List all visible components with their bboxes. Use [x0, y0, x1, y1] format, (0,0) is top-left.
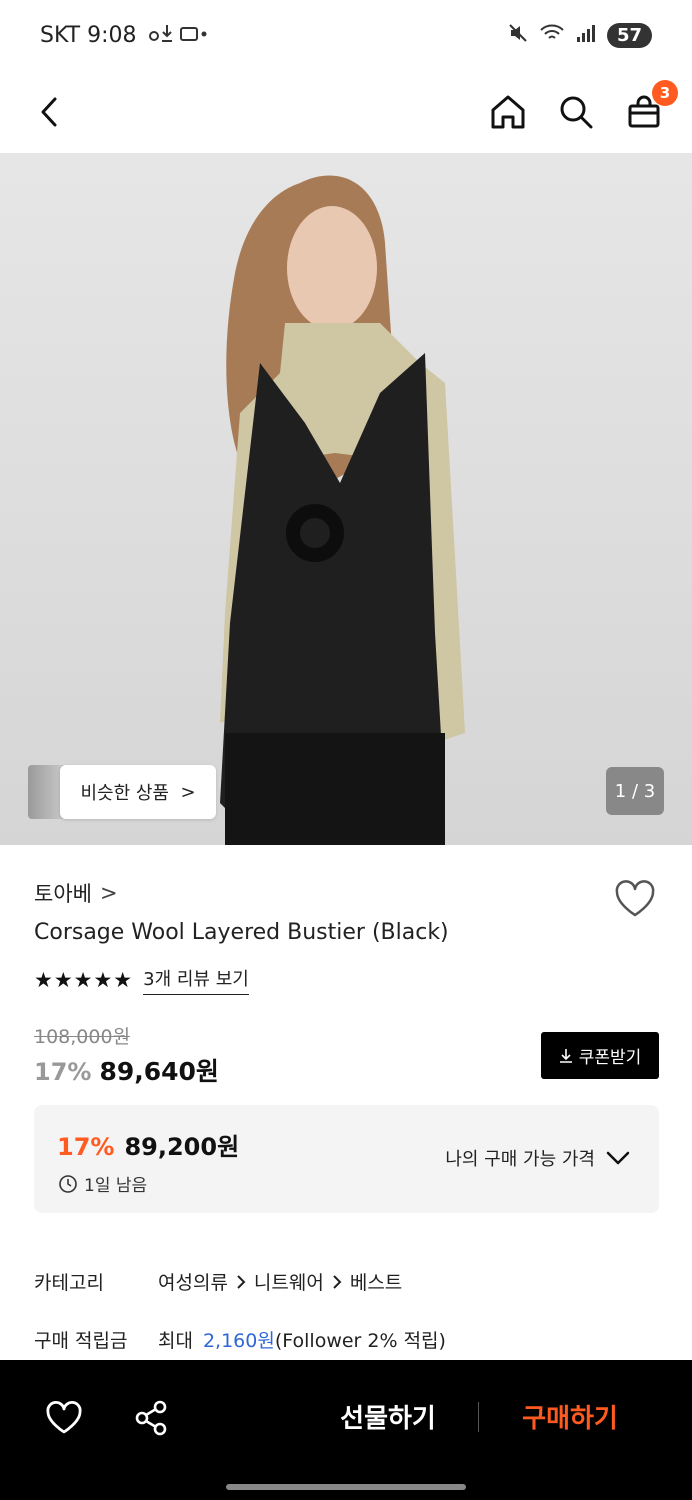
- battery-indicator: 57: [606, 22, 652, 48]
- share-button[interactable]: [132, 1398, 172, 1438]
- category-key: 카테고리: [34, 1272, 104, 1294]
- similar-thumbnail: [28, 765, 64, 819]
- similar-products-label: 비슷한 상품: [80, 783, 169, 804]
- chevron-right-icon: >: [180, 781, 196, 803]
- chevron-left-icon: [41, 97, 57, 127]
- bottom-wishlist-button[interactable]: [44, 1398, 84, 1438]
- coupon-label: 쿠폰받기: [578, 1048, 642, 1068]
- signal-icon: [575, 22, 597, 49]
- sale-price: 89,640원: [99, 1057, 219, 1086]
- chevron-right-icon: [237, 1274, 246, 1289]
- mute-icon: [507, 22, 529, 49]
- my-price: 89,200원: [124, 1133, 240, 1161]
- rating-row: ★★★★★ 3개 리뷰 보기: [34, 965, 249, 995]
- brand-name: 토아베: [34, 882, 92, 906]
- app-header: 3: [0, 70, 692, 154]
- remaining-time: 1일 남음: [58, 1171, 147, 1196]
- status-bar: SKT 9:08 57: [0, 0, 692, 70]
- original-price: 108,000원: [34, 1026, 131, 1048]
- home-indicator[interactable]: [226, 1484, 466, 1490]
- wifi-icon: [539, 22, 565, 49]
- points-value: 2,160원: [202, 1330, 275, 1352]
- carrier-time: SKT 9:08: [40, 22, 137, 48]
- points-suffix: (Follower 2% 적립): [274, 1330, 446, 1352]
- image-pager: 1 / 3: [606, 767, 664, 815]
- similar-products-button[interactable]: 비슷한 상품 >: [60, 765, 216, 819]
- search-button[interactable]: [556, 92, 596, 132]
- star-rating-icon: ★★★★★: [34, 968, 134, 992]
- product-image[interactable]: 비슷한 상품 > 1 / 3: [0, 153, 692, 845]
- back-button[interactable]: [28, 90, 72, 134]
- home-button[interactable]: [488, 92, 528, 132]
- category-row: 카테고리 여성의류 니트웨어 베스트: [34, 1268, 402, 1295]
- bottom-action-bar: 선물하기 구매하기: [0, 1360, 692, 1500]
- category-item[interactable]: 여성의류: [158, 1268, 228, 1295]
- chevron-down-icon: [606, 1151, 630, 1165]
- category-item[interactable]: 니트웨어: [254, 1268, 324, 1295]
- heart-icon: [615, 880, 655, 917]
- cart-button[interactable]: 3: [624, 80, 678, 132]
- my-price-label: 나의 구매 가능 가격: [445, 1149, 595, 1170]
- wishlist-button[interactable]: [612, 876, 658, 922]
- category-breadcrumb: 여성의류 니트웨어 베스트: [158, 1268, 402, 1295]
- notification-icon: [148, 22, 209, 49]
- category-item[interactable]: 베스트: [350, 1268, 402, 1295]
- chevron-right-icon: [333, 1274, 342, 1289]
- my-price-row: 17% 89,200원: [57, 1127, 239, 1162]
- product-photo-illustration: [220, 175, 465, 845]
- cart-count-badge: 3: [652, 80, 678, 106]
- coupon-button[interactable]: 쿠폰받기: [541, 1032, 659, 1079]
- price-row: 17% 89,640원: [34, 1052, 219, 1088]
- my-price-toggle[interactable]: 나의 구매 가능 가격: [445, 1145, 631, 1171]
- discount-rate: 17%: [34, 1058, 92, 1086]
- my-discount-rate: 17%: [57, 1133, 115, 1161]
- heart-icon: [46, 1400, 82, 1434]
- review-link[interactable]: 3개 리뷰 보기: [143, 965, 249, 995]
- brand-link[interactable]: 토아베 >: [34, 878, 118, 908]
- points-prefix: 최대: [158, 1330, 193, 1352]
- search-icon: [560, 96, 593, 129]
- divider: [478, 1402, 479, 1432]
- gift-button[interactable]: 선물하기: [318, 1398, 458, 1435]
- points-value-row: 최대 2,160원 (Follower 2% 적립): [158, 1326, 446, 1353]
- buy-button[interactable]: 구매하기: [500, 1398, 640, 1435]
- share-icon: [135, 1400, 167, 1436]
- my-price-box[interactable]: 17% 89,200원 1일 남음 나의 구매 가능 가격: [34, 1105, 659, 1213]
- points-row: 구매 적립금 최대 2,160원 (Follower 2% 적립): [34, 1326, 446, 1353]
- chevron-right-icon: >: [99, 881, 118, 905]
- home-icon: [491, 95, 525, 129]
- product-name: Corsage Wool Layered Bustier (Black): [34, 920, 449, 945]
- remaining-label: 1일 남음: [84, 1176, 148, 1196]
- clock-icon: [59, 1174, 77, 1193]
- points-key: 구매 적립금: [34, 1330, 128, 1352]
- download-icon: [559, 1048, 572, 1063]
